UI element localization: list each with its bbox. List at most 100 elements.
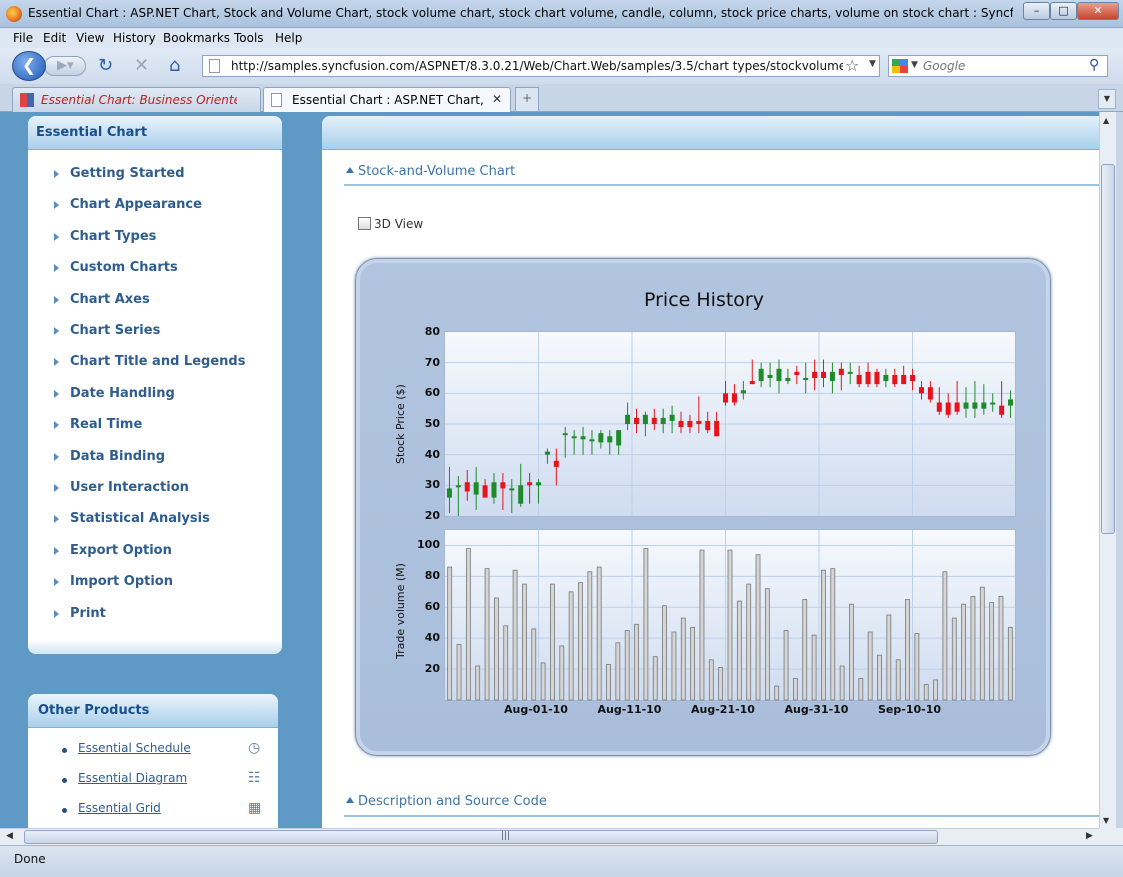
menu-history[interactable]: History (113, 31, 156, 45)
price-tick-label: 50 (424, 417, 440, 430)
volume-bar (671, 631, 677, 701)
page-favicon-icon (271, 93, 282, 107)
maximize-button[interactable]: □ (1050, 2, 1077, 20)
grid-icon: ▦ (248, 800, 262, 816)
stop-icon[interactable]: ✕ (134, 56, 149, 76)
search-icon[interactable]: ⚲ (1089, 57, 1099, 73)
google-icon[interactable] (892, 59, 908, 73)
candle-down (999, 405, 1005, 415)
minimize-button[interactable]: – (1023, 2, 1050, 20)
volume-tick-label: 100 (417, 538, 440, 552)
status-bar: Done (0, 845, 1123, 877)
scroll-right-icon[interactable]: ▶ (1086, 831, 1093, 841)
volume-bar (493, 597, 499, 701)
sidebar-item-label: Chart Types (70, 228, 157, 244)
volume-tick-label: 40 (424, 631, 440, 645)
x-tick-label: Sep-10-10 (878, 703, 942, 716)
search-engine-dropdown-icon[interactable]: ▼ (911, 60, 918, 70)
horizontal-scrollbar[interactable]: ◀ ||| ▶ (0, 828, 1099, 845)
candle-up (536, 482, 542, 486)
menu-tools[interactable]: Tools (234, 31, 264, 45)
volume-bar (718, 667, 724, 701)
bookmark-star-icon[interactable]: ☆ (845, 56, 859, 75)
volume-bar (503, 625, 509, 701)
volume-bar (989, 602, 995, 701)
volume-bar (690, 626, 696, 701)
volume-bar (634, 623, 639, 701)
section-stock-volume[interactable]: Stock-and-Volume Chart (346, 164, 515, 179)
volume-bar (793, 677, 798, 701)
menu-edit[interactable]: Edit (43, 31, 66, 45)
address-bar[interactable]: http://samples.syncfusion.com/ASPNET/8.3… (202, 55, 880, 77)
sidebar-item-label: Date Handling (70, 385, 175, 401)
volume-bar (746, 583, 752, 701)
3d-view-checkbox[interactable] (358, 217, 371, 230)
3d-view-label: 3D View (374, 217, 424, 231)
menu-view[interactable]: View (76, 31, 104, 45)
sidebar-item-label: Print (70, 605, 106, 621)
volume-tick-label: 60 (424, 600, 440, 614)
candle-up (491, 482, 497, 498)
section-description[interactable]: Description and Source Code (346, 794, 547, 809)
sidebar: Essential Chart Getting Started Chart App… (28, 116, 282, 654)
candle-up (616, 430, 622, 446)
back-button[interactable]: ❮ (12, 51, 46, 81)
candle-up (473, 482, 479, 495)
candle-up (972, 402, 978, 409)
x-tick-label: Aug-11-10 (597, 703, 662, 716)
scroll-left-icon[interactable]: ◀ (6, 831, 13, 841)
close-window-button[interactable]: ✕ (1077, 2, 1119, 20)
close-tab-icon[interactable]: ✕ (492, 92, 502, 106)
candle-down (696, 420, 702, 424)
tab-list-dropdown-icon[interactable]: ▼ (1098, 89, 1116, 109)
candle-down (918, 387, 924, 394)
collapse-icon[interactable] (346, 167, 354, 173)
volume-bar (522, 583, 527, 701)
volume-bar (615, 642, 621, 701)
tab-stock-volume-chart[interactable]: Essential Chart : ASP.NET Chart, St... ✕ (263, 87, 511, 113)
candle-down (812, 371, 818, 378)
scroll-down-icon[interactable]: ▼ (1103, 816, 1109, 825)
home-icon[interactable]: ⌂ (169, 56, 180, 76)
menu-bookmarks[interactable]: Bookmarks (163, 31, 230, 45)
horizontal-scroll-thumb[interactable]: ||| (24, 830, 938, 844)
search-input[interactable] (923, 58, 1083, 74)
other-products-panel: Other Products Essential Schedule ◷ Essent… (28, 694, 278, 828)
tab-label: Essential Chart: Business Oriented ... (41, 93, 237, 107)
search-box[interactable]: ▼ ⚲ (888, 55, 1108, 77)
candle-down (482, 485, 488, 498)
menu-file[interactable]: File (13, 31, 33, 45)
new-tab-button[interactable]: + (515, 87, 539, 111)
product-link[interactable]: Essential Diagram (78, 771, 187, 785)
expand-arrow-icon (54, 515, 59, 524)
candle-up (544, 451, 550, 455)
volume-bar (736, 600, 742, 701)
reload-icon[interactable]: ↻ (98, 56, 113, 76)
url-text[interactable]: http://samples.syncfusion.com/ASPNET/8.3… (231, 59, 843, 73)
tab-business-oriented[interactable]: Essential Chart: Business Oriented ... (12, 87, 261, 112)
title-bar: Essential Chart : ASP.NET Chart, Stock a… (0, 0, 1123, 28)
menu-help[interactable]: Help (275, 31, 302, 45)
volume-bar (540, 662, 546, 701)
sidebar-item-label: Chart Title and Legends (70, 354, 246, 370)
product-link[interactable]: Essential Grid (78, 801, 161, 815)
url-dropdown-icon[interactable]: ▼ (869, 59, 876, 69)
other-products-title: Other Products (28, 694, 278, 728)
product-link[interactable]: Essential Schedule (78, 741, 191, 755)
forward-button[interactable]: ▶▾ (44, 56, 86, 76)
candle-down (705, 420, 711, 431)
vertical-scroll-thumb[interactable] (1101, 164, 1115, 534)
candle-up (455, 485, 461, 488)
vertical-scrollbar[interactable]: ▲ ▼ (1099, 112, 1116, 828)
collapse-icon[interactable] (346, 797, 354, 803)
expand-arrow-icon (54, 389, 59, 398)
volume-bar (755, 554, 761, 701)
candle-down (723, 393, 729, 403)
volume-bar (662, 605, 667, 701)
volume-bar (942, 571, 948, 701)
page-content: Essential Chart Getting Started Chart App… (0, 112, 1099, 828)
candle-up (963, 402, 969, 409)
candle-down (954, 402, 960, 412)
scroll-up-icon[interactable]: ▲ (1103, 116, 1109, 125)
candle-down (945, 402, 951, 415)
